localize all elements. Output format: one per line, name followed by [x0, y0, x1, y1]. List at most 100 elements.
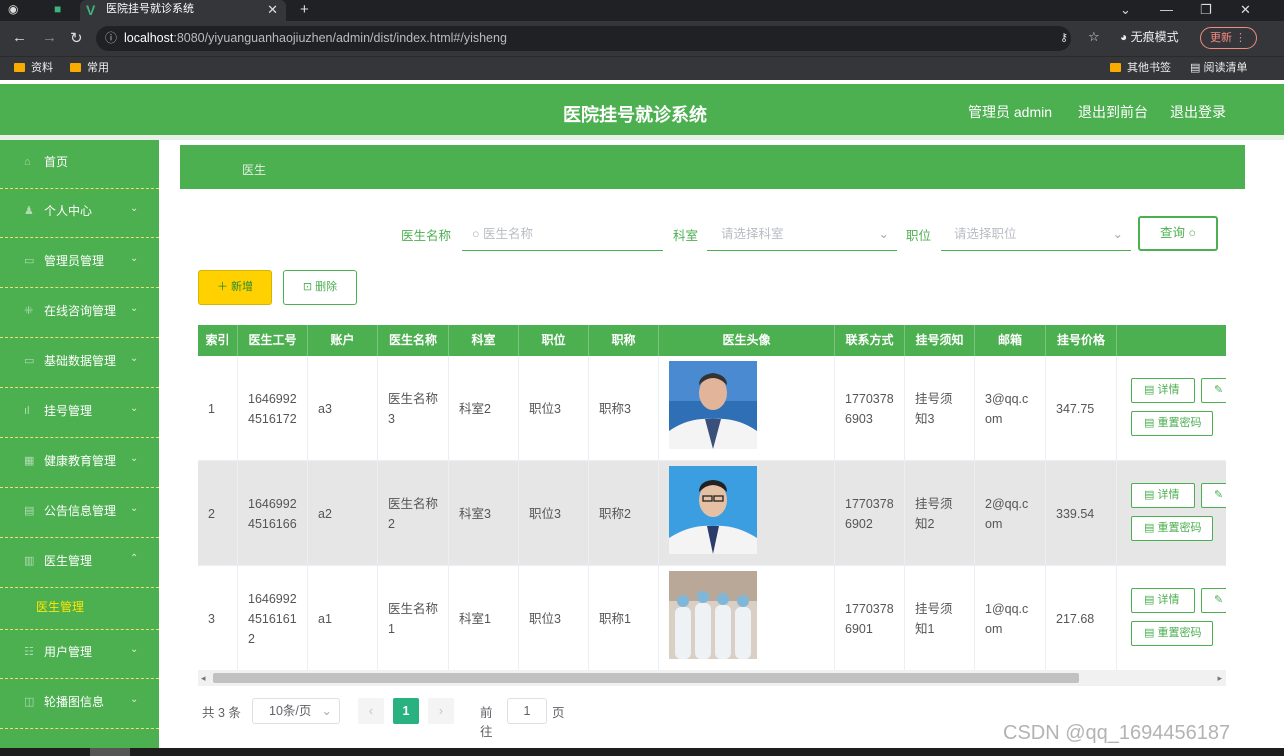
scroll-left-icon[interactable]: ◂ [201, 670, 206, 686]
url-input[interactable]: ⓘ localhost:8080/yiyuanguanhaojiuzhen/ad… [96, 26, 1071, 51]
table-header-cell[interactable]: 挂号须知 [905, 325, 975, 356]
table-header-cell[interactable]: 账户 [308, 325, 378, 356]
edit-icon: ✎ [1214, 489, 1224, 501]
reset-password-label: 重置密码 [1157, 522, 1202, 534]
detail-button[interactable]: ▤ 详情 [1131, 483, 1195, 508]
table-header-cell[interactable]: 医生工号 [238, 325, 308, 356]
edit-icon: ✎ [1214, 384, 1224, 396]
sidebar-item-label: 首页 [44, 155, 69, 169]
add-button[interactable]: ＋ 新增 [198, 270, 272, 305]
scroll-right-icon[interactable]: ▸ [1217, 670, 1222, 686]
close-window-icon[interactable]: ✕ [1240, 0, 1251, 19]
sidebar-item-register[interactable]: ıl 挂号管理 ⌄ [0, 389, 159, 438]
current-page[interactable]: 1 [393, 698, 419, 724]
restore-icon[interactable]: ❐ [1200, 0, 1212, 19]
incognito-text: 无痕模式 [1130, 30, 1179, 44]
table-header-cell[interactable]: 职位 [519, 325, 589, 356]
scrollbar-thumb[interactable] [213, 673, 1079, 683]
forward-icon[interactable]: → [42, 29, 57, 46]
edit-button[interactable]: ✎ [1201, 483, 1226, 508]
taskbar-item[interactable] [90, 748, 130, 756]
tab-search-icon[interactable]: ⌄ [1120, 0, 1131, 19]
delete-button[interactable]: ⊡ 删除 [283, 270, 357, 305]
update-button[interactable]: 更新 ⋮ [1200, 27, 1257, 49]
page-size-select[interactable]: 10条/页 ⌄ [252, 698, 340, 724]
edit-button[interactable]: ✎ [1201, 378, 1226, 403]
table-header-cell[interactable]: 邮箱 [975, 325, 1046, 356]
bookmark-folder-2[interactable]: 常用 [70, 57, 109, 80]
cell-actions: ▤ 详情 ✎ ▤ 重置密码 [1117, 566, 1226, 671]
admin-icon: ▭ [24, 255, 35, 267]
sidebar-item-health[interactable]: ▦ 健康教育管理 ⌄ [0, 439, 159, 488]
back-to-front-link[interactable]: 退出到前台 [1078, 102, 1148, 122]
logout-link[interactable]: 退出登录 [1170, 102, 1226, 122]
position-select[interactable]: 请选择职位 ⌄ [941, 217, 1131, 251]
reset-password-button[interactable]: ▤ 重置密码 [1131, 411, 1213, 436]
cell-notice: 挂号须知3 [905, 356, 975, 461]
dept-label: 科室 [673, 229, 699, 243]
table-header-cell[interactable]: 医生头像 [659, 325, 835, 356]
table-header-cell[interactable]: 医生名称 [378, 325, 449, 356]
goto-page-input[interactable]: 1 [507, 698, 547, 724]
cell-doctor-id: 164699245161612 [238, 566, 308, 671]
horizontal-scrollbar[interactable]: ◂ ▸ [198, 670, 1226, 686]
reset-password-button[interactable]: ▤ 重置密码 [1131, 621, 1213, 646]
table-row[interactable]: 1 16469924516172 a3 医生名称3 科室2 职位3 职称3 17… [198, 356, 1226, 461]
table-header-cell[interactable] [1117, 325, 1226, 356]
browser-tab[interactable]: V 医院挂号就诊系统 ✕ [80, 0, 286, 21]
sidebar-item-doctor[interactable]: ▥ 医生管理 ⌃ [0, 539, 159, 588]
sidebar-item-carousel[interactable]: ◫ 轮播图信息 ⌄ [0, 680, 159, 729]
incognito-icon: ◕ [1120, 30, 1128, 44]
edit-button[interactable]: ✎ [1201, 588, 1226, 613]
bookmark-star-icon[interactable]: ☆ [1088, 29, 1100, 45]
cell-notice: 挂号须知1 [905, 566, 975, 671]
next-page-button[interactable]: › [428, 698, 454, 724]
doctor-photo[interactable] [669, 571, 757, 659]
close-tab-icon[interactable]: ✕ [267, 0, 278, 19]
sidebar-item-admins[interactable]: ▭ 管理员管理 ⌄ [0, 239, 159, 288]
query-button[interactable]: 查询 ○ [1138, 216, 1218, 251]
new-tab-icon[interactable]: + [300, 0, 309, 19]
doctor-photo[interactable] [669, 466, 757, 554]
doctor-photo[interactable] [669, 361, 757, 449]
sidebar-subitem-doctor-manage[interactable]: 医生管理 [0, 585, 159, 630]
detail-button[interactable]: ▤ 详情 [1131, 378, 1195, 403]
key-icon[interactable]: ⚷ [1060, 31, 1068, 44]
prev-page-button[interactable]: ‹ [358, 698, 384, 724]
reload-icon[interactable]: ↻ [70, 29, 83, 47]
chevron-down-icon: ⌄ [878, 227, 889, 241]
sidebar-item-notice[interactable]: ▤ 公告信息管理 ⌄ [0, 489, 159, 538]
table-row[interactable]: 3 164699245161612 a1 医生名称1 科室1 职位3 职称1 1… [198, 566, 1226, 671]
search-icon: ○ [472, 227, 480, 241]
site-info-icon[interactable]: ⓘ [105, 26, 117, 51]
reading-list-label: 阅读清单 [1203, 62, 1248, 74]
cell-dept: 科室3 [449, 461, 519, 566]
minimize-icon[interactable]: — [1160, 0, 1173, 19]
doctor-name-input[interactable]: ○ 医生名称 [462, 217, 663, 251]
sidebar-item-users[interactable]: ☷ 用户管理 ⌄ [0, 630, 159, 679]
table-header-cell[interactable]: 挂号价格 [1046, 325, 1117, 356]
browser-menu-icon[interactable]: ◉ [8, 0, 18, 19]
back-icon[interactable]: ← [12, 29, 27, 46]
table-header-cell[interactable]: 联系方式 [835, 325, 905, 356]
table-header-cell[interactable]: 科室 [449, 325, 519, 356]
table-header-cell[interactable]: 索引 [198, 325, 238, 356]
chart-icon: ıl [24, 405, 30, 417]
table-header-cell[interactable]: 职称 [589, 325, 659, 356]
query-label: 查询 [1159, 226, 1185, 240]
sidebar-item-label: 轮播图信息 [44, 695, 105, 709]
edit-icon: ✎ [1214, 594, 1224, 606]
other-bookmarks[interactable]: 其他书签 [1110, 57, 1171, 80]
sidebar-item-profile[interactable]: ♟ 个人中心 ⌄ [0, 189, 159, 238]
sidebar-item-home[interactable]: ⌂ 首页 [0, 140, 159, 189]
cell-email: 3@qq.com [975, 356, 1046, 461]
bookmark-folder-1[interactable]: 资料 [14, 57, 53, 80]
sidebar-item-consult[interactable]: ⁜ 在线咨询管理 ⌄ [0, 289, 159, 338]
table-row[interactable]: 2 16469924516166 a2 医生名称2 科室3 职位3 职称2 17… [198, 461, 1226, 566]
bookmarks-bar: 资料 常用 其他书签 ▤ 阅读清单 [0, 56, 1284, 80]
reset-password-button[interactable]: ▤ 重置密码 [1131, 516, 1213, 541]
reading-list[interactable]: ▤ 阅读清单 [1190, 57, 1247, 80]
dept-select[interactable]: 请选择科室 ⌄ [707, 217, 897, 251]
sidebar-item-basedata[interactable]: ▭ 基础数据管理 ⌄ [0, 339, 159, 388]
detail-button[interactable]: ▤ 详情 [1131, 588, 1195, 613]
